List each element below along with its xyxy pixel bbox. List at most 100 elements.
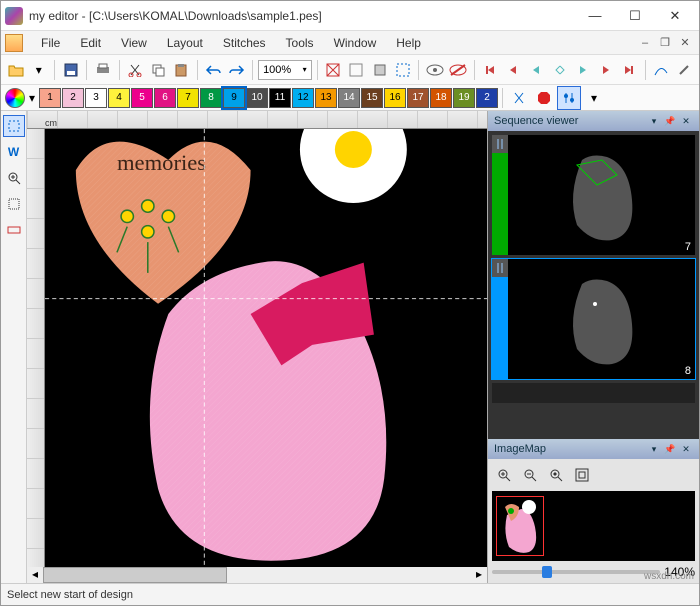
imap-fit-button[interactable]: [570, 463, 594, 487]
color-swatch-7[interactable]: 7: [177, 88, 199, 108]
redo-button[interactable]: [226, 58, 247, 82]
imap-zoom-fit-button[interactable]: [544, 463, 568, 487]
cut-button[interactable]: [124, 58, 145, 82]
color-swatch-6[interactable]: 6: [154, 88, 176, 108]
document-icon: [5, 34, 23, 52]
menu-stitches[interactable]: Stitches: [213, 36, 276, 50]
palette-dropdown[interactable]: ▾: [26, 86, 38, 110]
menu-edit[interactable]: Edit: [70, 36, 111, 50]
adjustment-dropdown[interactable]: ▾: [582, 86, 606, 110]
box4-button[interactable]: [392, 58, 413, 82]
menu-layout[interactable]: Layout: [157, 36, 213, 50]
color-swatch-16[interactable]: 16: [384, 88, 406, 108]
nav-center-button[interactable]: [549, 58, 570, 82]
box1-button[interactable]: [323, 58, 344, 82]
print-button[interactable]: [92, 58, 113, 82]
imap-zoom-in-button[interactable]: [492, 463, 516, 487]
mdi-restore-button[interactable]: ❐: [656, 35, 674, 51]
menu-help[interactable]: Help: [386, 36, 431, 50]
color-swatch-10[interactable]: 10: [246, 88, 268, 108]
sequence-item[interactable]: [492, 383, 695, 403]
box3-button[interactable]: [369, 58, 390, 82]
slider-icon[interactable]: [492, 135, 508, 153]
color-swatch-12[interactable]: 12: [292, 88, 314, 108]
color-swatch-3[interactable]: 3: [85, 88, 107, 108]
imagemap-body: 140%: [488, 459, 699, 583]
color-swatch-4[interactable]: 4: [108, 88, 130, 108]
nav-prev-button[interactable]: [503, 58, 524, 82]
imap-zoom-out-button[interactable]: [518, 463, 542, 487]
menu-view[interactable]: View: [111, 36, 157, 50]
work-area: W cm memories: [1, 111, 699, 583]
open-dropdown-button[interactable]: ▾: [28, 58, 49, 82]
hoop-tool[interactable]: [3, 219, 25, 241]
panel-menu-icon[interactable]: ▾: [647, 442, 661, 456]
sequence-item[interactable]: 7: [492, 135, 695, 255]
undo-button[interactable]: [203, 58, 224, 82]
color-swatch-17[interactable]: 17: [407, 88, 429, 108]
maximize-button[interactable]: ☐: [615, 4, 655, 28]
panel-pin-icon[interactable]: 📌: [663, 442, 677, 456]
save-button[interactable]: [60, 58, 81, 82]
slider-icon[interactable]: [492, 259, 508, 277]
open-button[interactable]: [5, 58, 26, 82]
color-swatch-1[interactable]: 1: [39, 88, 61, 108]
panel-pin-icon[interactable]: 📌: [663, 114, 677, 128]
color-swatch-13[interactable]: 13: [315, 88, 337, 108]
color-swatch-9[interactable]: 9: [223, 88, 245, 108]
needle-button[interactable]: [674, 58, 695, 82]
box2-button[interactable]: [346, 58, 367, 82]
stop-button[interactable]: [532, 86, 556, 110]
color-swatch-19[interactable]: 19: [453, 88, 475, 108]
paste-button[interactable]: [171, 58, 192, 82]
sequence-viewer-header[interactable]: Sequence viewer ▾ 📌 ✕: [488, 111, 699, 131]
color-swatch-14[interactable]: 14: [338, 88, 360, 108]
color-wheel-button[interactable]: [5, 88, 25, 108]
ruler-vertical: [27, 129, 45, 567]
imagemap-preview[interactable]: [492, 491, 695, 561]
horizontal-scrollbar[interactable]: ◂▸: [27, 567, 487, 583]
menu-file[interactable]: File: [31, 36, 70, 50]
mdi-close-button[interactable]: ✕: [676, 35, 694, 51]
color-swatch-18[interactable]: 18: [430, 88, 452, 108]
nav-fwd-button[interactable]: [572, 58, 593, 82]
sequence-number: 7: [685, 241, 691, 253]
text-tool[interactable]: W: [3, 141, 25, 163]
copy-button[interactable]: [148, 58, 169, 82]
scissors-button[interactable]: [507, 86, 531, 110]
select-tool[interactable]: [3, 115, 25, 137]
color-swatch-2[interactable]: 2: [62, 88, 84, 108]
panel-menu-icon[interactable]: ▾: [647, 114, 661, 128]
mdi-minimize-button[interactable]: –: [636, 35, 654, 51]
window-title: my editor - [C:\Users\KOMAL\Downloads\sa…: [29, 9, 575, 23]
color-swatch-5[interactable]: 5: [131, 88, 153, 108]
marquee-tool[interactable]: [3, 193, 25, 215]
panel-close-icon[interactable]: ✕: [679, 442, 693, 456]
color-swatch-11[interactable]: 11: [269, 88, 291, 108]
zoom-in-tool[interactable]: [3, 167, 25, 189]
imagemap-title: ImageMap: [494, 443, 546, 455]
color-swatch-15[interactable]: 15: [361, 88, 383, 108]
sequence-item[interactable]: 8: [492, 259, 695, 379]
eye-off-button[interactable]: [447, 58, 468, 82]
menu-window[interactable]: Window: [324, 36, 387, 50]
left-toolbox: W: [1, 111, 27, 583]
color-swatch-8[interactable]: 8: [200, 88, 222, 108]
nav-next-button[interactable]: [595, 58, 616, 82]
adjustment-button[interactable]: [557, 86, 581, 110]
curve-tool-button[interactable]: [651, 58, 672, 82]
menu-tools[interactable]: Tools: [276, 36, 324, 50]
color-palette-bar: ▾ 123456789101112131415161718192 ▾: [1, 85, 699, 111]
zoom-select[interactable]: 100%: [258, 60, 312, 80]
nav-back-button[interactable]: [526, 58, 547, 82]
nav-last-button[interactable]: [619, 58, 640, 82]
eye-button[interactable]: [424, 58, 445, 82]
main-toolbar: ▾ 100%: [1, 55, 699, 85]
nav-first-button[interactable]: [479, 58, 500, 82]
panel-close-icon[interactable]: ✕: [679, 114, 693, 128]
color-swatch-2[interactable]: 2: [476, 88, 498, 108]
close-button[interactable]: ✕: [655, 4, 695, 28]
minimize-button[interactable]: —: [575, 4, 615, 28]
imagemap-header[interactable]: ImageMap ▾ 📌 ✕: [488, 439, 699, 459]
embroidery-canvas[interactable]: memories: [45, 129, 487, 567]
